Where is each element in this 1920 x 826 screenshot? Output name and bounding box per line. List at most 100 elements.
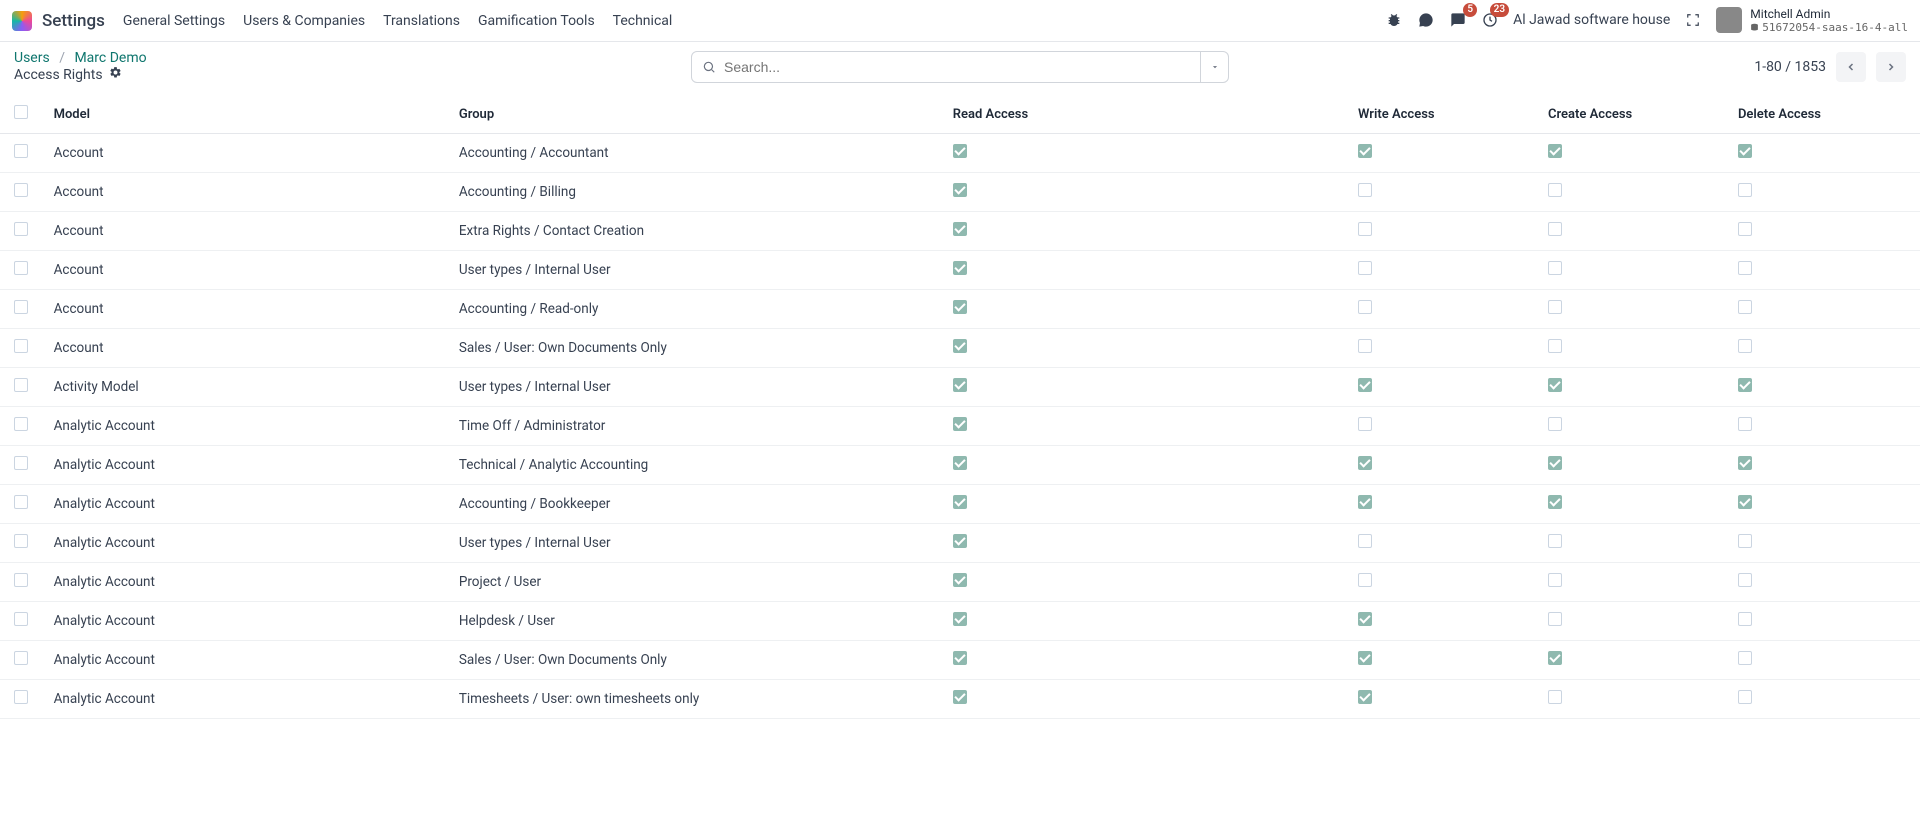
app-logo[interactable]	[12, 11, 32, 31]
select-all-checkbox[interactable]	[14, 105, 28, 119]
table-row[interactable]: AccountAccounting / Billing	[0, 173, 1920, 212]
search-options-dropdown[interactable]	[1201, 51, 1229, 83]
read-checkbox[interactable]	[953, 690, 967, 704]
create-checkbox[interactable]	[1548, 144, 1562, 158]
read-checkbox[interactable]	[953, 573, 967, 587]
table-row[interactable]: AccountAccounting / Accountant	[0, 134, 1920, 173]
write-checkbox[interactable]	[1358, 495, 1372, 509]
delete-checkbox[interactable]	[1738, 300, 1752, 314]
create-checkbox[interactable]	[1548, 261, 1562, 275]
write-checkbox[interactable]	[1358, 339, 1372, 353]
row-checkbox[interactable]	[14, 651, 28, 665]
row-checkbox[interactable]	[14, 573, 28, 587]
pager-prev-button[interactable]	[1836, 52, 1866, 82]
table-row[interactable]: Analytic AccountTime Off / Administrator	[0, 407, 1920, 446]
delete-checkbox[interactable]	[1738, 144, 1752, 158]
delete-checkbox[interactable]	[1738, 339, 1752, 353]
col-read[interactable]: Read Access	[945, 95, 1350, 134]
delete-checkbox[interactable]	[1738, 222, 1752, 236]
delete-checkbox[interactable]	[1738, 534, 1752, 548]
read-checkbox[interactable]	[953, 378, 967, 392]
delete-checkbox[interactable]	[1738, 183, 1752, 197]
write-checkbox[interactable]	[1358, 183, 1372, 197]
row-checkbox[interactable]	[14, 417, 28, 431]
row-checkbox[interactable]	[14, 339, 28, 353]
read-checkbox[interactable]	[953, 300, 967, 314]
create-checkbox[interactable]	[1548, 534, 1562, 548]
create-checkbox[interactable]	[1548, 612, 1562, 626]
col-group[interactable]: Group	[451, 95, 945, 134]
search-input[interactable]	[724, 59, 1190, 75]
read-checkbox[interactable]	[953, 144, 967, 158]
breadcrumb-users[interactable]: Users	[14, 50, 50, 66]
table-row[interactable]: Analytic AccountUser types / Internal Us…	[0, 524, 1920, 563]
row-checkbox[interactable]	[14, 378, 28, 392]
read-checkbox[interactable]	[953, 495, 967, 509]
delete-checkbox[interactable]	[1738, 495, 1752, 509]
nav-item-users[interactable]: Users & Companies	[243, 13, 365, 29]
write-checkbox[interactable]	[1358, 651, 1372, 665]
row-checkbox[interactable]	[14, 261, 28, 275]
table-row[interactable]: AccountExtra Rights / Contact Creation	[0, 212, 1920, 251]
user-menu[interactable]: Mitchell Admin 51672054-saas-16-4-all	[1716, 7, 1908, 35]
read-checkbox[interactable]	[953, 534, 967, 548]
delete-checkbox[interactable]	[1738, 261, 1752, 275]
read-checkbox[interactable]	[953, 339, 967, 353]
create-checkbox[interactable]	[1548, 183, 1562, 197]
read-checkbox[interactable]	[953, 651, 967, 665]
write-checkbox[interactable]	[1358, 456, 1372, 470]
write-checkbox[interactable]	[1358, 300, 1372, 314]
row-checkbox[interactable]	[14, 690, 28, 704]
table-row[interactable]: Analytic AccountTechnical / Analytic Acc…	[0, 446, 1920, 485]
row-checkbox[interactable]	[14, 612, 28, 626]
col-write[interactable]: Write Access	[1350, 95, 1540, 134]
read-checkbox[interactable]	[953, 261, 967, 275]
write-checkbox[interactable]	[1358, 222, 1372, 236]
row-checkbox[interactable]	[14, 222, 28, 236]
table-row[interactable]: Analytic AccountSales / User: Own Docume…	[0, 641, 1920, 680]
create-checkbox[interactable]	[1548, 651, 1562, 665]
write-checkbox[interactable]	[1358, 261, 1372, 275]
write-checkbox[interactable]	[1358, 144, 1372, 158]
write-checkbox[interactable]	[1358, 612, 1372, 626]
table-row[interactable]: Activity ModelUser types / Internal User	[0, 368, 1920, 407]
create-checkbox[interactable]	[1548, 417, 1562, 431]
pager-text[interactable]: 1-80 / 1853	[1754, 59, 1826, 75]
col-create[interactable]: Create Access	[1540, 95, 1730, 134]
row-checkbox[interactable]	[14, 534, 28, 548]
read-checkbox[interactable]	[953, 417, 967, 431]
row-checkbox[interactable]	[14, 183, 28, 197]
breadcrumb-current[interactable]: Marc Demo	[74, 50, 146, 66]
table-row[interactable]: AccountUser types / Internal User	[0, 251, 1920, 290]
nav-item-translations[interactable]: Translations	[383, 13, 460, 29]
write-checkbox[interactable]	[1358, 378, 1372, 392]
nav-item-technical[interactable]: Technical	[613, 13, 673, 29]
row-checkbox[interactable]	[14, 144, 28, 158]
row-checkbox[interactable]	[14, 495, 28, 509]
col-model[interactable]: Model	[46, 95, 451, 134]
create-checkbox[interactable]	[1548, 378, 1562, 392]
table-row[interactable]: Analytic AccountAccounting / Bookkeeper	[0, 485, 1920, 524]
pager-next-button[interactable]	[1876, 52, 1906, 82]
create-checkbox[interactable]	[1548, 573, 1562, 587]
company-name[interactable]: Al Jawad software house	[1513, 12, 1670, 28]
delete-checkbox[interactable]	[1738, 651, 1752, 665]
create-checkbox[interactable]	[1548, 690, 1562, 704]
table-row[interactable]: Analytic AccountProject / User	[0, 563, 1920, 602]
messages-icon[interactable]: 5	[1449, 11, 1467, 29]
bug-icon[interactable]	[1385, 11, 1403, 29]
table-row[interactable]: AccountAccounting / Read-only	[0, 290, 1920, 329]
app-title[interactable]: Settings	[42, 11, 105, 31]
nav-item-gamification[interactable]: Gamification Tools	[478, 13, 595, 29]
write-checkbox[interactable]	[1358, 534, 1372, 548]
table-row[interactable]: AccountSales / User: Own Documents Only	[0, 329, 1920, 368]
create-checkbox[interactable]	[1548, 495, 1562, 509]
write-checkbox[interactable]	[1358, 690, 1372, 704]
create-checkbox[interactable]	[1548, 456, 1562, 470]
gear-icon[interactable]	[109, 66, 122, 83]
activities-icon[interactable]: 23	[1481, 11, 1499, 29]
phone-icon[interactable]	[1417, 11, 1435, 29]
create-checkbox[interactable]	[1548, 339, 1562, 353]
create-checkbox[interactable]	[1548, 222, 1562, 236]
row-checkbox[interactable]	[14, 456, 28, 470]
